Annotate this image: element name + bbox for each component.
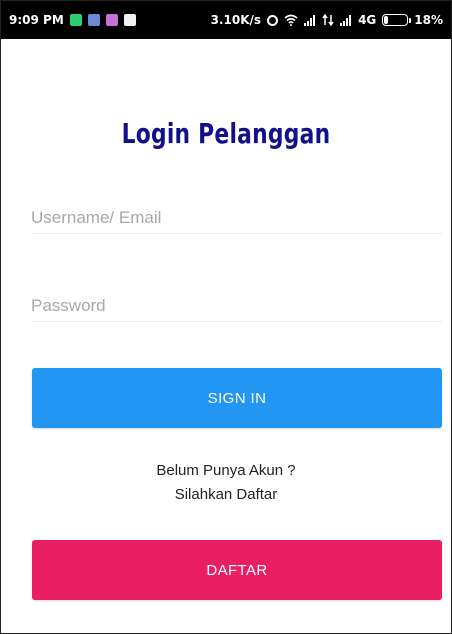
mail-icon <box>87 14 100 26</box>
alarm-icon <box>267 14 279 26</box>
signal-icon <box>340 14 352 26</box>
username-email-input[interactable] <box>31 203 442 233</box>
battery-icon <box>382 14 412 26</box>
wifi-icon <box>284 14 298 26</box>
page-title: Login Pelanggan <box>121 117 331 150</box>
gallery-icon <box>105 14 118 26</box>
username-field-container <box>31 203 442 234</box>
app-icon <box>123 14 136 26</box>
status-bar-right: 3.10K/s 4G 18% <box>211 13 443 27</box>
daftar-button[interactable]: DAFTAR <box>32 540 442 600</box>
messaging-icon <box>69 14 82 26</box>
register-prompt: Belum Punya Akun ? Silahkan Daftar <box>1 459 451 507</box>
signal-icon <box>304 14 316 26</box>
register-prompt-line1: Belum Punya Akun ? <box>156 462 296 479</box>
clock-time: 9:09 PM <box>9 13 64 27</box>
register-prompt-line2: Silahkan Daftar <box>174 486 278 503</box>
app-screen: 9:09 PM 3.10K/s 4G 18% Login Pelanggan U… <box>0 0 452 634</box>
status-bar: 9:09 PM 3.10K/s 4G 18% <box>1 1 451 39</box>
network-type: 4G <box>358 13 377 27</box>
network-speed: 3.10K/s <box>210 13 262 27</box>
sign-in-button[interactable]: SIGN IN <box>32 368 442 428</box>
data-arrows-icon <box>322 14 334 26</box>
password-input[interactable] <box>31 291 442 321</box>
password-field-container <box>31 291 442 322</box>
status-bar-left: 9:09 PM <box>9 13 136 27</box>
battery-percent: 18% <box>414 13 443 27</box>
battery-level <box>384 16 389 24</box>
